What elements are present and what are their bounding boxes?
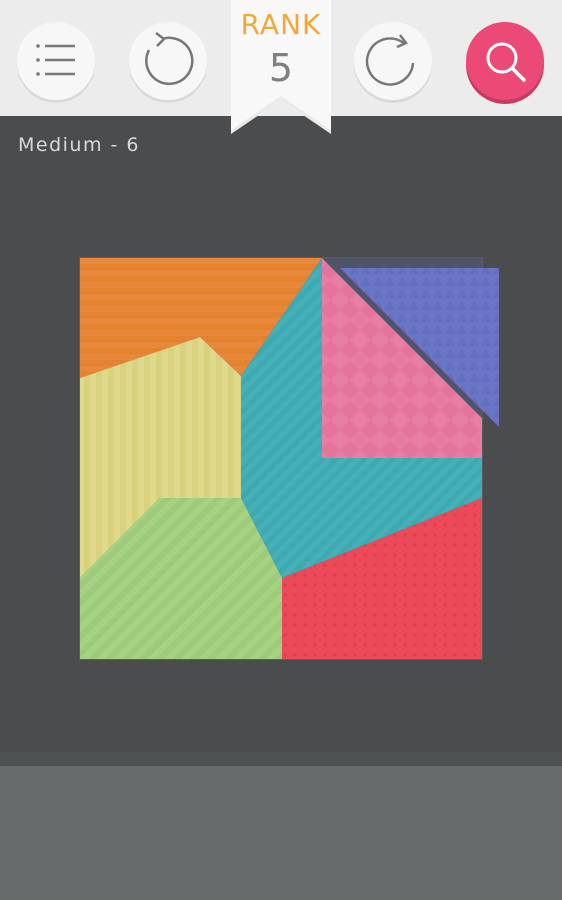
puzzle-board bbox=[79, 257, 499, 660]
piece-tray bbox=[0, 766, 562, 900]
tray-edge bbox=[0, 752, 562, 766]
